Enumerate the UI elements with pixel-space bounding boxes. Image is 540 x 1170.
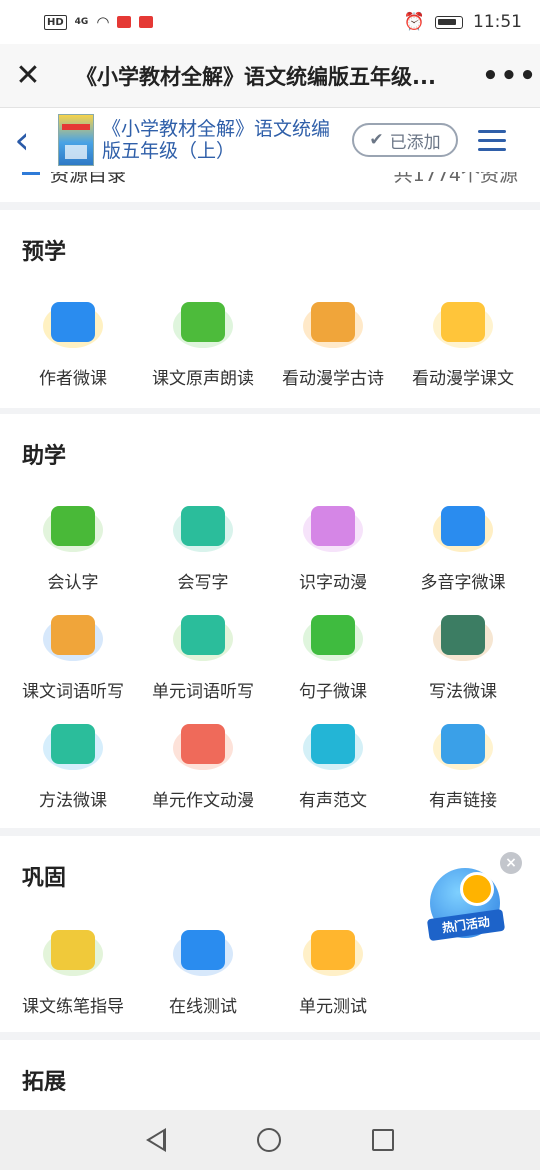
resource-directory-label: 资源目录 — [50, 172, 127, 186]
feature-item[interactable]: 会认字 — [8, 494, 138, 603]
feature-label: 看动漫学古诗 — [282, 369, 384, 389]
teacher-board-icon — [41, 290, 105, 354]
feature-label: 会写字 — [177, 573, 229, 593]
promo-close-icon[interactable]: × — [500, 852, 522, 874]
feature-label: 多音字微课 — [420, 573, 506, 593]
play-video-icon — [41, 712, 105, 776]
section-title: 巩固 — [22, 866, 67, 891]
write-pad-icon — [171, 494, 235, 558]
book-headphone-icon — [41, 603, 105, 667]
page-title: 《小学教材全解》语文统编版五年级... — [76, 64, 436, 89]
wave-tv-icon — [301, 494, 365, 558]
megaphone-icon — [460, 872, 494, 906]
browser-header: ✕ 《小学教材全解》语文统编版五年级... ••• — [0, 44, 540, 108]
feature-label: 课文练笔指导 — [22, 997, 124, 1017]
pen-scroll-icon — [301, 290, 365, 354]
recent-square-icon[interactable] — [372, 1129, 395, 1151]
section-title: 预学 — [22, 240, 67, 265]
eye-icon — [41, 494, 105, 558]
audio-doc-icon — [301, 712, 365, 776]
feature-item[interactable]: 课文原声朗读 — [138, 290, 268, 399]
check-icon: ✔ — [369, 130, 384, 150]
feature-label: 写法微课 — [429, 682, 497, 702]
feature-label: 作者微课 — [39, 369, 107, 389]
headphone-icon — [171, 603, 235, 667]
alarm-icon: ⏰ — [403, 12, 425, 32]
duck-icon — [431, 290, 495, 354]
back-triangle-icon[interactable] — [145, 1128, 166, 1152]
feature-label: 看动漫学课文 — [412, 369, 514, 389]
audio-link-icon — [431, 712, 495, 776]
feature-label: 识字动漫 — [299, 573, 367, 593]
feature-item[interactable]: 多音字微课 — [398, 494, 528, 603]
feature-item[interactable]: 课文练笔指导 — [8, 918, 138, 1027]
feature-item[interactable]: 有声范文 — [268, 712, 398, 821]
book-header: ‹ 《小学教材全解》语文统编版五年级（上） ✔ 已添加 — [0, 108, 540, 172]
feature-item[interactable]: 方法微课 — [8, 712, 138, 821]
section-preview: 预学 作者微课 课文原声朗读 看动漫学古诗 看动漫学课文 — [0, 210, 540, 408]
section-expand: 拓展 — [0, 1040, 540, 1110]
menu-icon[interactable] — [478, 124, 506, 157]
feature-item[interactable]: 看动漫学古诗 — [268, 290, 398, 399]
screen-icon — [431, 494, 495, 558]
checklist-icon — [301, 918, 365, 982]
feature-label: 课文词语听写 — [22, 682, 124, 702]
feature-label: 有声范文 — [299, 791, 367, 811]
feature-item[interactable]: 单元作文动漫 — [138, 712, 268, 821]
feature-label: 课文原声朗读 — [152, 369, 254, 389]
more-icon[interactable]: ••• — [480, 44, 540, 108]
feature-item[interactable]: 看动漫学课文 — [398, 290, 528, 399]
book-cover — [58, 114, 94, 166]
section-title: 助学 — [22, 444, 67, 469]
feature-item[interactable]: 会写字 — [138, 494, 268, 603]
feature-item[interactable]: 写法微课 — [398, 603, 528, 712]
app-notification-icon — [139, 16, 154, 28]
clock: 11:51 — [473, 12, 522, 32]
feature-label: 方法微课 — [39, 791, 107, 811]
close-icon[interactable]: ✕ — [0, 44, 56, 108]
section-assist: 助学 会认字 会写字 识字动漫 多音字微课课文词语听写 单元词语听写 句子微课 写法微课方法… — [0, 414, 540, 828]
wifi-icon: ◠ — [96, 13, 110, 31]
status-bar: HD 4G ◠ ⏰ 11:51 — [0, 0, 540, 44]
feature-label: 句子微课 — [299, 682, 367, 702]
resource-directory-row[interactable]: 资源目录 共1774个资源 — [0, 172, 540, 202]
notification-icon — [117, 16, 132, 28]
resource-count: 共1774个资源 — [393, 172, 518, 186]
section-title: 拓展 — [22, 1070, 67, 1095]
battery-icon — [435, 15, 463, 29]
feature-item[interactable]: 课文词语听写 — [8, 603, 138, 712]
feature-item[interactable]: 作者微课 — [8, 290, 138, 399]
feature-item[interactable]: 在线测试 — [138, 918, 268, 1027]
signal-indicator: 4G — [74, 17, 89, 27]
back-icon[interactable]: ‹ — [0, 110, 44, 170]
feature-item[interactable]: 句子微课 — [268, 603, 398, 712]
hd-indicator: HD — [44, 14, 67, 30]
tv-play-icon — [171, 712, 235, 776]
feature-item[interactable]: 有声链接 — [398, 712, 528, 821]
feature-item[interactable]: 识字动漫 — [268, 494, 398, 603]
pen-board-icon — [431, 603, 495, 667]
feature-item[interactable]: 单元测试 — [268, 918, 398, 1027]
feature-label: 单元作文动漫 — [152, 791, 254, 811]
monitor-pen-icon — [171, 918, 235, 982]
feature-label: 单元词语听写 — [152, 682, 254, 702]
added-button[interactable]: ✔ 已添加 — [352, 123, 458, 157]
play-circle-icon — [301, 603, 365, 667]
feature-item[interactable]: 单元词语听写 — [138, 603, 268, 712]
grid-pen-icon — [41, 918, 105, 982]
book-title: 《小学教材全解》语文统编版五年级（上） — [102, 118, 331, 162]
hot-activity-promo[interactable]: 热门活动 × — [422, 852, 522, 944]
section-marker — [22, 172, 40, 175]
speaker-robot-icon — [171, 290, 235, 354]
feature-label: 有声链接 — [429, 791, 497, 811]
feature-label: 会认字 — [47, 573, 99, 593]
system-nav-bar — [0, 1110, 540, 1170]
feature-label: 在线测试 — [169, 997, 237, 1017]
added-label: 已添加 — [389, 132, 441, 153]
home-circle-icon[interactable] — [256, 1128, 281, 1152]
feature-label: 单元测试 — [299, 997, 367, 1017]
